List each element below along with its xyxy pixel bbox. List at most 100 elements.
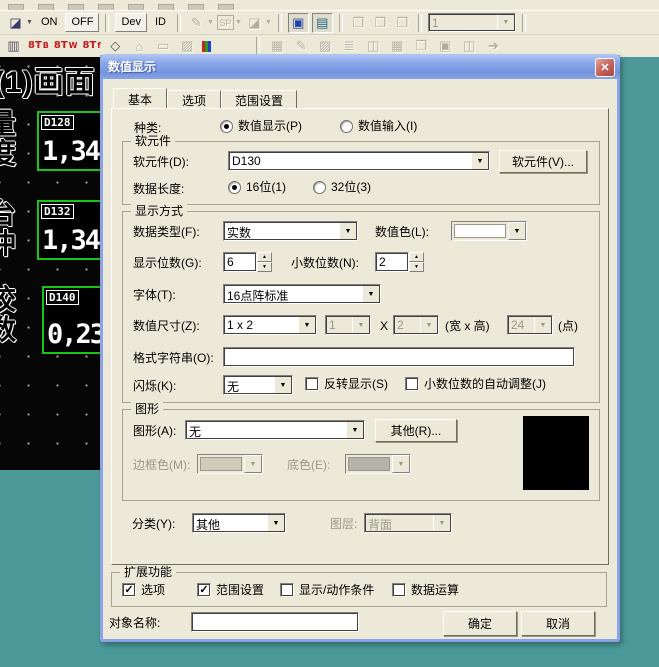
- lines-icon[interactable]: ≣: [340, 37, 359, 55]
- chevron-down-icon[interactable]: ▼: [274, 376, 292, 394]
- other-shape-button[interactable]: 其他(R)...: [375, 419, 457, 442]
- chevron-down-icon[interactable]: ▼: [362, 285, 380, 303]
- chevron-down-icon[interactable]: ▼: [265, 19, 272, 26]
- tab-range-settings[interactable]: 范围设置: [221, 90, 297, 110]
- toolbar-icon-stub[interactable]: [128, 4, 144, 10]
- window-overlap-icon[interactable]: ❐: [371, 14, 390, 32]
- radio-dot-icon: [220, 120, 233, 133]
- reverse-display-checkbox[interactable]: 反转显示(S): [305, 377, 388, 391]
- box2-icon[interactable]: ◫: [460, 37, 479, 55]
- chevron-down-icon[interactable]: ▼: [298, 316, 316, 334]
- font-combo[interactable]: 16点阵标准 ▼: [223, 284, 381, 304]
- chevron-down-icon[interactable]: ▼: [497, 14, 515, 31]
- fill-color-icon[interactable]: ◪: [6, 14, 25, 32]
- toolbar-icon-stub[interactable]: [8, 4, 24, 10]
- zoom-select[interactable]: 1 ▼: [428, 13, 516, 32]
- spin-down-icon[interactable]: ▼: [409, 262, 424, 272]
- toolbar-separator: [418, 14, 422, 32]
- chevron-down-icon[interactable]: ▼: [267, 514, 285, 532]
- options-checkbox[interactable]: ✓ 选项: [122, 583, 165, 597]
- chevron-down-icon[interactable]: ▼: [207, 19, 214, 26]
- toolbar-icon-stub[interactable]: [98, 4, 114, 10]
- object-device-label: D132: [41, 204, 74, 219]
- close-icon[interactable]: ✕: [595, 58, 615, 77]
- tab-options[interactable]: 选项: [167, 90, 221, 110]
- screen-icon[interactable]: ▭: [154, 37, 173, 55]
- toolbar-icon-stub[interactable]: [188, 4, 204, 10]
- data-operation-checkbox[interactable]: 数据运算: [392, 583, 459, 597]
- no-display-icon[interactable]: ▨: [178, 37, 197, 55]
- device-comment-w-icon[interactable]: 8TW: [54, 41, 78, 51]
- preview-icon[interactable]: ▣: [436, 37, 455, 55]
- grid-icon[interactable]: ▦: [388, 37, 407, 55]
- kind-label: 种类:: [134, 121, 161, 135]
- chevron-down-icon[interactable]: ▼: [508, 222, 526, 240]
- spin-up-icon[interactable]: ▲: [257, 252, 272, 262]
- overlap-icon[interactable]: ❐: [412, 37, 431, 55]
- device-picker-button[interactable]: 软元件(V)...: [499, 150, 587, 173]
- decimals-value: 2: [375, 252, 409, 272]
- pen-style-icon[interactable]: ✎: [187, 14, 206, 32]
- on-button[interactable]: ON: [36, 14, 63, 31]
- chevron-down-icon[interactable]: ▼: [346, 421, 364, 439]
- toolbar-separator: [339, 14, 343, 32]
- dev-button[interactable]: Dev: [115, 13, 147, 32]
- chevron-down-icon[interactable]: ▼: [26, 19, 33, 26]
- toolbar-icon-stub[interactable]: [158, 4, 174, 10]
- size-combo[interactable]: 1 x 2 ▼: [223, 315, 317, 335]
- cancel-button[interactable]: 取消: [521, 611, 595, 636]
- object-name-input[interactable]: [191, 612, 359, 632]
- radio-numeric-input[interactable]: 数值输入(I): [340, 119, 417, 133]
- chart-bars-icon[interactable]: [202, 41, 211, 52]
- hatch-icon[interactable]: ▨: [316, 37, 335, 55]
- spin-up-icon[interactable]: ▲: [409, 252, 424, 262]
- data-list-icon[interactable]: ▤: [312, 13, 333, 33]
- toolbar-icon-stub[interactable]: [38, 4, 54, 10]
- toolbar-icon-stub[interactable]: [218, 4, 234, 10]
- dialog-titlebar[interactable]: 数值显示 ✕: [100, 54, 620, 79]
- box-icon[interactable]: ◫: [364, 37, 383, 55]
- back-color-combo: ▼: [345, 454, 411, 474]
- device-comment-f-icon[interactable]: 8Tf: [83, 41, 101, 51]
- radio-16bit[interactable]: 16位(1): [228, 180, 286, 194]
- chevron-down-icon[interactable]: ▼: [471, 152, 489, 170]
- format-string-input[interactable]: [223, 347, 575, 367]
- home-icon[interactable]: ⌂: [130, 37, 149, 55]
- ok-button[interactable]: 确定: [443, 611, 517, 636]
- category-combo[interactable]: 其他 ▼: [192, 513, 286, 533]
- tab-label: 选项: [182, 92, 206, 109]
- copy-screen-icon[interactable]: ▦: [268, 37, 287, 55]
- data-type-combo[interactable]: 实数 ▼: [223, 221, 358, 241]
- auto-adjust-checkbox[interactable]: 小数位数的自动调整(J): [405, 377, 546, 391]
- off-button[interactable]: OFF: [65, 13, 99, 32]
- window-overlap-icon[interactable]: ❐: [349, 14, 368, 32]
- radio-dot-icon: [228, 181, 241, 194]
- display-action-condition-checkbox[interactable]: 显示/动作条件: [280, 583, 374, 597]
- chevron-down-icon[interactable]: ▼: [339, 222, 357, 240]
- arrow-icon[interactable]: ➔: [484, 37, 503, 55]
- radio-numeric-display[interactable]: 数值显示(P): [220, 119, 302, 133]
- sp-icon[interactable]: SP: [217, 15, 234, 30]
- id-button[interactable]: ID: [150, 14, 171, 31]
- blink-combo[interactable]: 无 ▼: [223, 375, 293, 395]
- paint-bucket-icon[interactable]: ◪: [245, 14, 264, 32]
- checkbox-label: 范围设置: [216, 583, 264, 597]
- range-settings-checkbox[interactable]: ✓ 范围设置: [197, 583, 264, 597]
- preview-window-icon[interactable]: ▣: [288, 13, 309, 33]
- decimals-spinner[interactable]: 2 ▲▼: [375, 252, 424, 272]
- edit-icon[interactable]: ✎: [292, 37, 311, 55]
- shape-combo[interactable]: 无 ▼: [185, 420, 365, 440]
- spin-down-icon[interactable]: ▼: [257, 262, 272, 272]
- chevron-down-icon[interactable]: ▼: [235, 19, 242, 26]
- device-combo[interactable]: D130 ▼: [228, 151, 490, 171]
- value-color-combo[interactable]: ▼: [451, 221, 527, 241]
- device-comment-b-icon[interactable]: 8TB: [28, 41, 49, 51]
- digits-spinner[interactable]: 6 ▲▼: [223, 252, 272, 272]
- fan-shape-icon[interactable]: ◇: [106, 37, 125, 55]
- radio-32bit[interactable]: 32位(3): [313, 180, 371, 194]
- screen-list-icon[interactable]: ▥: [4, 37, 23, 55]
- window-overlap-icon[interactable]: ❐: [393, 14, 412, 32]
- chevron-down-icon: ▼: [244, 455, 262, 473]
- toolbar-icon-stub[interactable]: [68, 4, 84, 10]
- tab-basic[interactable]: 基本: [113, 88, 167, 110]
